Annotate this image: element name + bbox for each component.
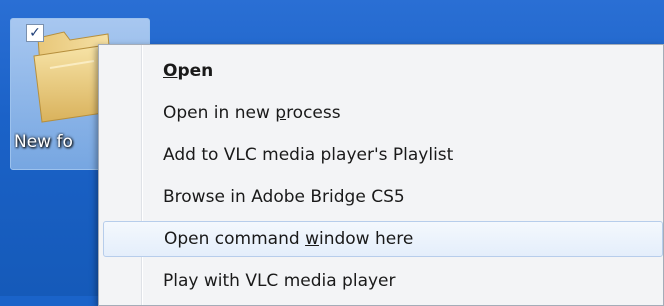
menu-item-open-in-new-process-post: rocess <box>286 103 341 123</box>
menu-item-play-with-vlc-label: Play with VLC media player <box>163 271 396 291</box>
menu-item-open-in-new-process-pre: Open in new <box>163 103 276 123</box>
menu-item-add-to-vlc-playlist-label: Add to VLC media player's Playlist <box>163 145 454 165</box>
menu-item-open-post: pen <box>177 61 214 81</box>
menu-item-play-with-vlc[interactable]: Play with VLC media player <box>103 263 663 299</box>
menu-item-open-in-new-process[interactable]: Open in new process <box>103 95 663 131</box>
menu-item-open[interactable]: Open <box>103 53 663 89</box>
desktop-background: ✓ New fo Open Open in new process Add to… <box>0 0 664 306</box>
menu-item-browse-in-adobe-bridge-label: Browse in Adobe Bridge CS5 <box>163 187 405 207</box>
menu-item-open-in-new-process-accel: p <box>275 103 287 123</box>
selection-checkbox[interactable]: ✓ <box>26 24 44 42</box>
menu-item-add-to-vlc-playlist[interactable]: Add to VLC media player's Playlist <box>103 137 663 173</box>
menu-item-open-command-window-post: indow here <box>318 229 414 249</box>
menu-item-open-command-window-here[interactable]: Open command window here <box>103 221 663 257</box>
menu-item-open-command-window-accel: w <box>305 229 319 249</box>
menu-item-browse-in-adobe-bridge[interactable]: Browse in Adobe Bridge CS5 <box>103 179 663 215</box>
context-menu: Open Open in new process Add to VLC medi… <box>98 44 664 306</box>
menu-item-open-command-window-pre: Open command <box>164 229 306 249</box>
menu-item-open-accel: O <box>163 61 178 81</box>
